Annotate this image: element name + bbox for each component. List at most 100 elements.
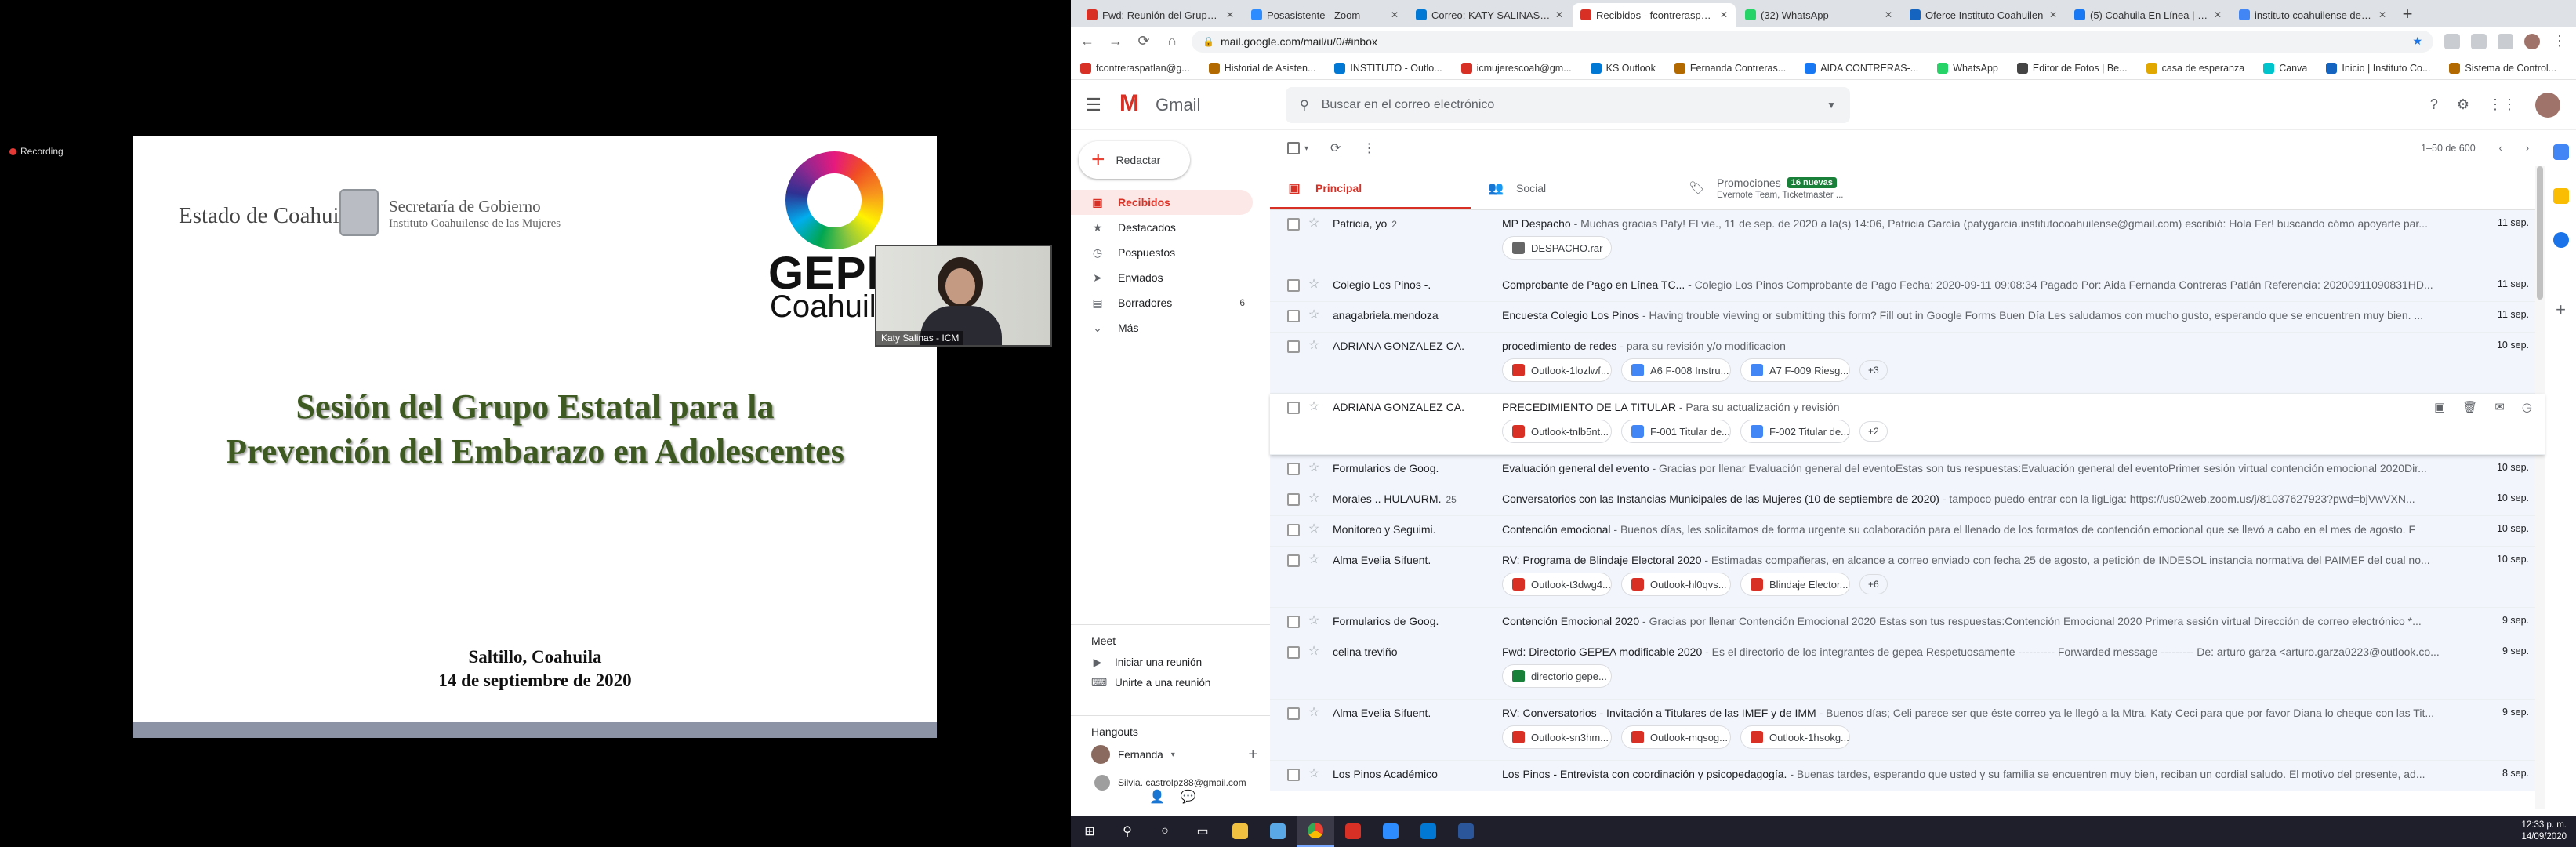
folder-sent[interactable]: ➤ Enviados <box>1071 265 1253 290</box>
apps-grid-icon[interactable]: ⋮⋮ <box>2488 96 2516 113</box>
bookmark-item[interactable]: Sistema de Control... <box>2449 62 2556 74</box>
attachment-chip[interactable]: Outlook-t3dwg4... <box>1502 573 1612 596</box>
bookmark-item[interactable]: WhatsApp <box>1937 62 1998 74</box>
task-view-icon[interactable]: ▭ <box>1184 816 1221 847</box>
chrome-taskbar-icon[interactable] <box>1297 816 1334 847</box>
attachment-chip[interactable]: Blindaje Elector... <box>1740 573 1850 596</box>
folder-drafts[interactable]: ▤ Borradores 6 <box>1071 290 1253 315</box>
hangouts-user[interactable]: Fernanda ▾ + <box>1071 743 1270 766</box>
star-icon[interactable]: ☆ <box>1300 217 1328 230</box>
refresh-icon[interactable]: ⟳ <box>1330 140 1341 156</box>
email-row[interactable]: ☆ Monitoreo y Seguimi. Contención emociona… <box>1270 516 2545 547</box>
search-input[interactable]: ⚲ Buscar en el correo electrónico ▼ <box>1286 86 1850 123</box>
email-row[interactable]: ☆ ADRIANA GONZALEZ CA. procedimiento de re… <box>1270 333 2545 394</box>
bookmark-item[interactable]: Historial de Asisten... <box>1208 62 1315 74</box>
compose-button[interactable]: + Redactar <box>1079 141 1190 179</box>
email-row[interactable]: ☆ celina treviño Fwd: Directorio GEPEA mod… <box>1270 638 2545 700</box>
star-icon[interactable]: ☆ <box>1300 768 1328 780</box>
tab-close-icon[interactable]: ✕ <box>2378 9 2386 20</box>
row-checkbox[interactable] <box>1287 402 1300 414</box>
tab-close-icon[interactable]: ✕ <box>1885 9 1892 20</box>
older-page-icon[interactable]: › <box>2526 143 2529 154</box>
email-row[interactable]: ☆ Morales .. HULAURM. 25 Conversatorios con… <box>1270 485 2545 516</box>
more-attachments-badge[interactable]: +2 <box>1859 421 1888 442</box>
start-meeting-link[interactable]: ▶ Iniciar una reunión <box>1071 652 1270 672</box>
mark-read-icon[interactable]: ✉ <box>2494 400 2505 414</box>
extension-icon[interactable] <box>2444 33 2460 49</box>
star-icon[interactable]: ☆ <box>1300 278 1328 291</box>
folder-starred[interactable]: ★ Destacados <box>1071 215 1253 240</box>
bookmark-item[interactable]: Fernanda Contreras... <box>1674 62 1786 74</box>
search-icon[interactable]: ⚲ <box>1300 97 1309 113</box>
search-taskbar-icon[interactable]: ⚲ <box>1108 816 1146 847</box>
folder-more[interactable]: ⌄ Más <box>1071 315 1253 340</box>
keep-icon[interactable] <box>2552 188 2569 204</box>
word-taskbar-icon[interactable] <box>1447 816 1485 847</box>
system-clock[interactable]: 12:33 p. m. 14/09/2020 <box>2521 820 2576 843</box>
more-actions-icon[interactable]: ⋮ <box>1362 140 1375 156</box>
reload-icon[interactable]: ⟳ <box>1135 33 1152 49</box>
email-row[interactable]: ☆ ADRIANA GONZALEZ CA. PRECEDIMIENTO DE LA… <box>1270 394 2545 455</box>
more-attachments-badge[interactable]: +3 <box>1859 360 1888 380</box>
outlook-taskbar-icon[interactable] <box>1410 816 1447 847</box>
attachment-chip[interactable]: directorio gepe... <box>1502 664 1612 688</box>
browser-tab[interactable]: Recibidos - fcontreraspatlan ✕ <box>1573 3 1736 27</box>
email-row[interactable]: ☆ anagabriela.mendoza Encuesta Colegio Los… <box>1270 302 2545 333</box>
row-checkbox[interactable] <box>1287 493 1300 506</box>
bookmark-item[interactable]: AIDA CONTRERAS-... <box>1805 62 1918 74</box>
email-row[interactable]: ☆ Formularios de Goog. Evaluación general … <box>1270 455 2545 485</box>
star-icon[interactable]: ☆ <box>1300 340 1328 352</box>
tab-close-icon[interactable]: ✕ <box>1391 9 1399 20</box>
tab-close-icon[interactable]: ✕ <box>1555 9 1563 20</box>
bookmark-star-icon[interactable]: ★ <box>2412 35 2422 48</box>
profile-avatar-icon[interactable] <box>2524 33 2540 49</box>
tab-close-icon[interactable]: ✕ <box>2049 9 2057 20</box>
cortana-icon[interactable]: ○ <box>1146 816 1184 847</box>
row-checkbox[interactable] <box>1287 554 1300 567</box>
star-icon[interactable]: ☆ <box>1300 462 1328 474</box>
bookmark-item[interactable]: Inicio | Instituto Co... <box>2326 62 2430 74</box>
row-checkbox[interactable] <box>1287 616 1300 628</box>
archive-icon[interactable]: ▣ <box>2434 400 2445 414</box>
join-meeting-link[interactable]: ⌨ Unirte a una reunión <box>1071 672 1270 693</box>
new-tab-icon[interactable]: + <box>2396 3 2419 27</box>
tab-close-icon[interactable]: ✕ <box>1226 9 1234 20</box>
calendar-icon[interactable] <box>2552 144 2569 160</box>
inbox-scrollbar[interactable] <box>2535 166 2545 809</box>
star-icon[interactable]: ☆ <box>1300 309 1328 322</box>
row-checkbox[interactable] <box>1287 524 1300 536</box>
add-addon-plus-icon[interactable]: + <box>2556 300 2566 320</box>
attachment-chip[interactable]: F-001 Titular de... <box>1621 420 1731 443</box>
home-icon[interactable]: ⌂ <box>1163 33 1181 49</box>
bookmark-item[interactable]: casa de esperanza <box>2146 62 2244 74</box>
row-checkbox[interactable] <box>1287 310 1300 322</box>
browser-tab[interactable]: Correo: KATY SALINAS PER ✕ <box>1408 3 1571 27</box>
bookmark-item[interactable]: KS Outlook <box>1590 62 1656 74</box>
star-icon[interactable]: ☆ <box>1300 523 1328 536</box>
tab-close-icon[interactable]: ✕ <box>2214 9 2222 20</box>
forward-icon[interactable]: → <box>1107 33 1124 49</box>
snip-tool-icon[interactable] <box>1259 816 1297 847</box>
row-checkbox[interactable] <box>1287 646 1300 659</box>
attachment-chip[interactable]: Outlook-tnlb5nt... <box>1502 420 1612 443</box>
zoom-taskbar-icon[interactable] <box>1372 816 1410 847</box>
email-row[interactable]: ☆ Colegio Los Pinos -. Comprobante de Pago… <box>1270 271 2545 302</box>
star-icon[interactable]: ☆ <box>1300 615 1328 627</box>
star-icon[interactable]: ☆ <box>1300 493 1328 505</box>
bookmark-item[interactable]: Canva <box>2263 62 2307 74</box>
person-icon[interactable]: 👤 <box>1149 789 1165 805</box>
attachment-chip[interactable]: DESPACHO.rar <box>1502 236 1612 260</box>
email-row[interactable]: ☆ Patricia, yo 2 MP Despacho - Muchas graci… <box>1270 210 2545 271</box>
main-menu-icon[interactable]: ☰ <box>1071 95 1116 115</box>
windows-start-icon[interactable]: ⊞ <box>1071 816 1108 847</box>
row-checkbox[interactable] <box>1287 218 1300 231</box>
star-icon[interactable]: ☆ <box>1300 554 1328 566</box>
folder-snoozed[interactable]: ◷ Pospuestos <box>1071 240 1253 265</box>
bookmark-item[interactable]: INSTITUTO - Outlo... <box>1334 62 1442 74</box>
row-checkbox[interactable] <box>1287 707 1300 720</box>
email-row[interactable]: ☆ Los Pinos Académico Los Pinos - Entrevis… <box>1270 761 2545 791</box>
url-field[interactable]: 🔒 mail.google.com/mail/u/0/#inbox ★ <box>1192 30 2433 53</box>
select-caret-icon[interactable]: ▾ <box>1304 144 1308 153</box>
file-explorer-icon[interactable] <box>1221 816 1259 847</box>
extensions-puzzle-icon[interactable] <box>2498 33 2513 49</box>
